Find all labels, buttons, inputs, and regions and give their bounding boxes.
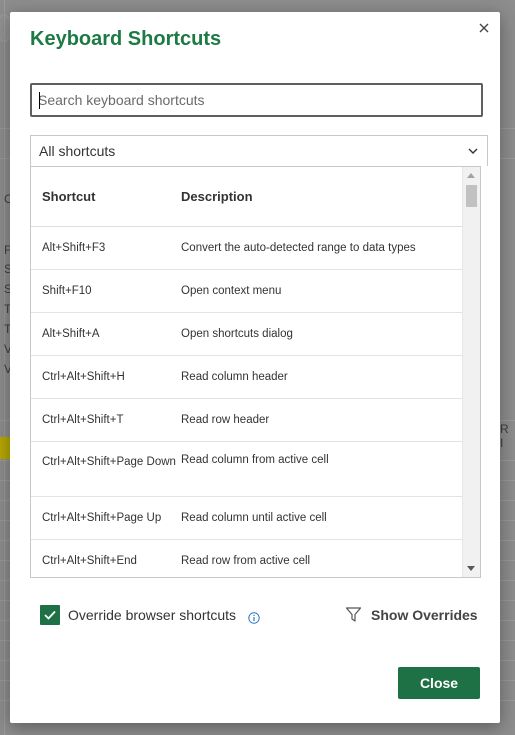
- scroll-down-arrow-icon[interactable]: [467, 566, 475, 571]
- shortcut-keys: Ctrl+Alt+Shift+Page Up: [42, 512, 162, 524]
- shortcut-category-dropdown[interactable]: All shortcuts: [30, 135, 488, 166]
- table-row[interactable]: Shift+F10 Open context menu: [31, 270, 462, 313]
- shortcut-keys: Ctrl+Alt+Shift+End: [42, 555, 137, 567]
- dialog-title: Keyboard Shortcuts: [30, 28, 222, 50]
- shortcuts-table-body: Shortcut Description Alt+Shift+F3 Conver…: [31, 167, 462, 577]
- info-icon[interactable]: [248, 612, 260, 624]
- show-overrides-label: Show Overrides: [371, 606, 478, 623]
- shortcut-description: Read column from active cell: [181, 454, 329, 466]
- shortcut-keys: Ctrl+Alt+Shift+H: [42, 371, 125, 383]
- scrollbar-thumb[interactable]: [466, 185, 477, 207]
- table-row[interactable]: Alt+Shift+F3 Convert the auto-detected r…: [31, 227, 462, 270]
- dropdown-selected-value: All shortcuts: [39, 143, 116, 159]
- shortcut-keys: Shift+F10: [42, 285, 92, 297]
- search-input[interactable]: [32, 85, 481, 115]
- shortcut-keys: Alt+Shift+A: [42, 328, 100, 340]
- shortcut-description: Read column header: [181, 371, 288, 383]
- shortcut-description: Read row from active cell: [181, 555, 311, 567]
- search-box[interactable]: [30, 83, 483, 117]
- shortcut-description: Read column until active cell: [181, 512, 327, 524]
- filter-icon: [345, 607, 362, 622]
- shortcuts-table: Shortcut Description Alt+Shift+F3 Conver…: [30, 166, 481, 578]
- column-header-shortcut: Shortcut: [42, 189, 96, 204]
- override-browser-shortcuts-option[interactable]: Override browser shortcuts: [40, 605, 236, 625]
- table-row[interactable]: Ctrl+Alt+Shift+End Read row from active …: [31, 540, 462, 577]
- background-text: R I: [500, 422, 509, 450]
- table-row[interactable]: Ctrl+Alt+Shift+T Read row header: [31, 399, 462, 442]
- table-scrollbar[interactable]: [462, 167, 480, 577]
- close-icon[interactable]: [476, 20, 492, 36]
- show-overrides-button[interactable]: Show Overrides: [345, 606, 478, 623]
- shortcut-keys: Ctrl+Alt+Shift+Page Down: [42, 456, 176, 468]
- table-row[interactable]: Ctrl+Alt+Shift+Page Down Read column fro…: [31, 442, 462, 497]
- chevron-down-icon: [468, 148, 478, 154]
- close-button[interactable]: Close: [398, 667, 480, 699]
- table-row[interactable]: Alt+Shift+A Open shortcuts dialog: [31, 313, 462, 356]
- table-row[interactable]: Ctrl+Alt+Shift+Page Up Read column until…: [31, 497, 462, 540]
- override-checkbox[interactable]: [40, 605, 60, 625]
- shortcut-description: Open context menu: [181, 285, 282, 297]
- shortcut-keys: Alt+Shift+F3: [42, 242, 106, 254]
- checkmark-icon: [44, 610, 56, 620]
- keyboard-shortcuts-dialog: Keyboard Shortcuts All shortcuts Shortcu…: [10, 12, 500, 723]
- background-highlight: [0, 437, 10, 459]
- table-row[interactable]: Ctrl+Alt+Shift+H Read column header: [31, 356, 462, 399]
- shortcut-description: Convert the auto-detected range to data …: [181, 242, 416, 254]
- scroll-up-arrow-icon[interactable]: [467, 173, 475, 178]
- table-header: Shortcut Description: [31, 167, 462, 227]
- shortcut-keys: Ctrl+Alt+Shift+T: [42, 414, 124, 426]
- shortcut-description: Open shortcuts dialog: [181, 328, 293, 340]
- column-header-description: Description: [181, 189, 253, 204]
- shortcut-description: Read row header: [181, 414, 270, 426]
- text-cursor: [39, 92, 40, 109]
- override-label: Override browser shortcuts: [68, 607, 237, 623]
